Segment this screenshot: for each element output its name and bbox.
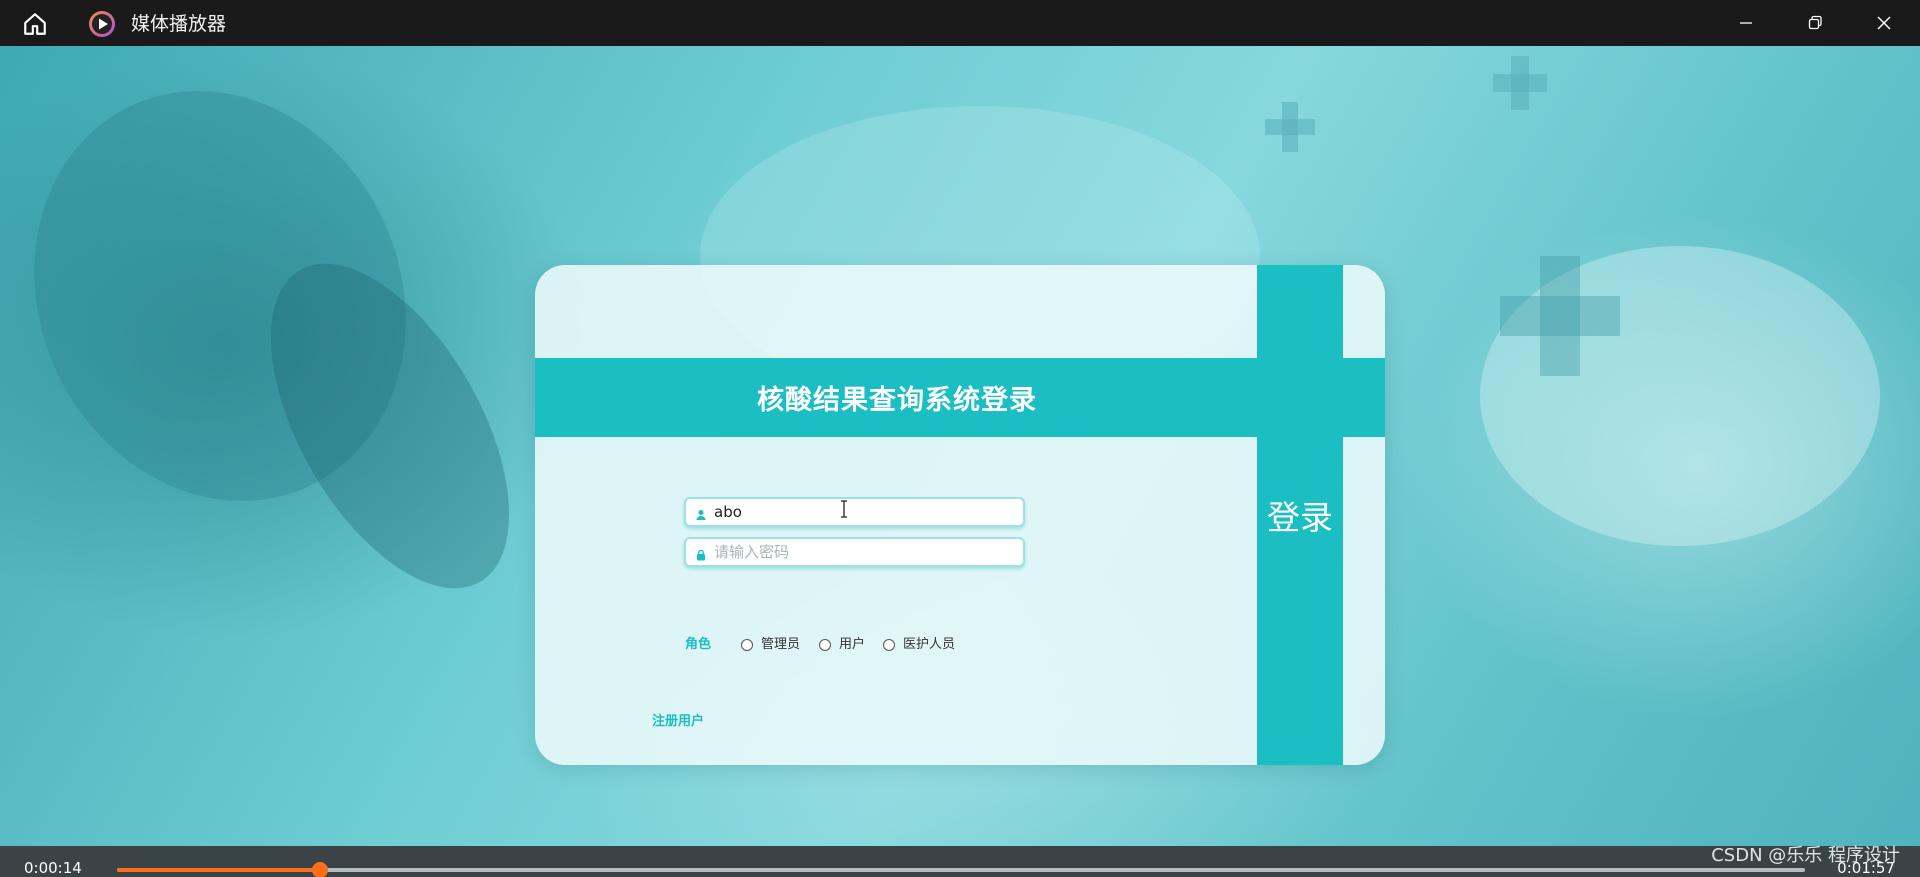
background-cross-shape <box>1500 296 1620 336</box>
watermark: CSDN @乐乐 程序设计 <box>1711 845 1900 866</box>
register-link[interactable]: 注册用户 <box>652 713 704 731</box>
radio-button[interactable] <box>883 639 895 651</box>
minimize-button[interactable] <box>1731 8 1761 38</box>
restore-button[interactable] <box>1800 8 1830 38</box>
text-cursor-icon <box>841 500 847 518</box>
login-card: 核酸结果查询系统登录 登录 角色 管理员 用户 医护人员 注册用户 <box>535 265 1385 765</box>
title-bar: 媒体播放器 <box>0 0 1920 46</box>
background-cross-shape <box>1265 119 1315 135</box>
seek-handle[interactable] <box>311 862 328 877</box>
user-icon <box>695 506 707 520</box>
login-button[interactable]: 登录 <box>1257 265 1343 765</box>
player-controls: 0:00:14 0:01:57 <box>0 846 1920 877</box>
login-heading: 核酸结果查询系统登录 <box>757 385 1037 416</box>
current-time: 0:00:14 <box>24 859 82 877</box>
lock-icon <box>695 546 707 561</box>
username-input[interactable] <box>714 501 1014 523</box>
password-field[interactable] <box>684 537 1025 567</box>
background-cross-shape <box>1493 74 1547 92</box>
role-option-admin[interactable]: 管理员 <box>741 636 800 654</box>
role-option-label: 医护人员 <box>903 637 956 652</box>
role-label: 角色 <box>685 637 712 652</box>
password-input[interactable] <box>714 541 1014 563</box>
role-option-label: 管理员 <box>761 637 801 652</box>
media-player-app-icon <box>88 10 116 38</box>
close-button[interactable] <box>1869 8 1899 38</box>
radio-button[interactable] <box>819 639 831 651</box>
home-icon[interactable] <box>20 9 50 39</box>
seek-progress <box>117 868 320 872</box>
role-option-user[interactable]: 用户 <box>819 636 865 654</box>
radio-button[interactable] <box>741 639 753 651</box>
seek-bar[interactable] <box>117 862 1805 877</box>
window-title: 媒体播放器 <box>131 13 227 35</box>
username-field[interactable] <box>684 497 1025 527</box>
role-option-label: 用户 <box>839 637 866 652</box>
role-option-medical-staff[interactable]: 医护人员 <box>883 636 955 654</box>
